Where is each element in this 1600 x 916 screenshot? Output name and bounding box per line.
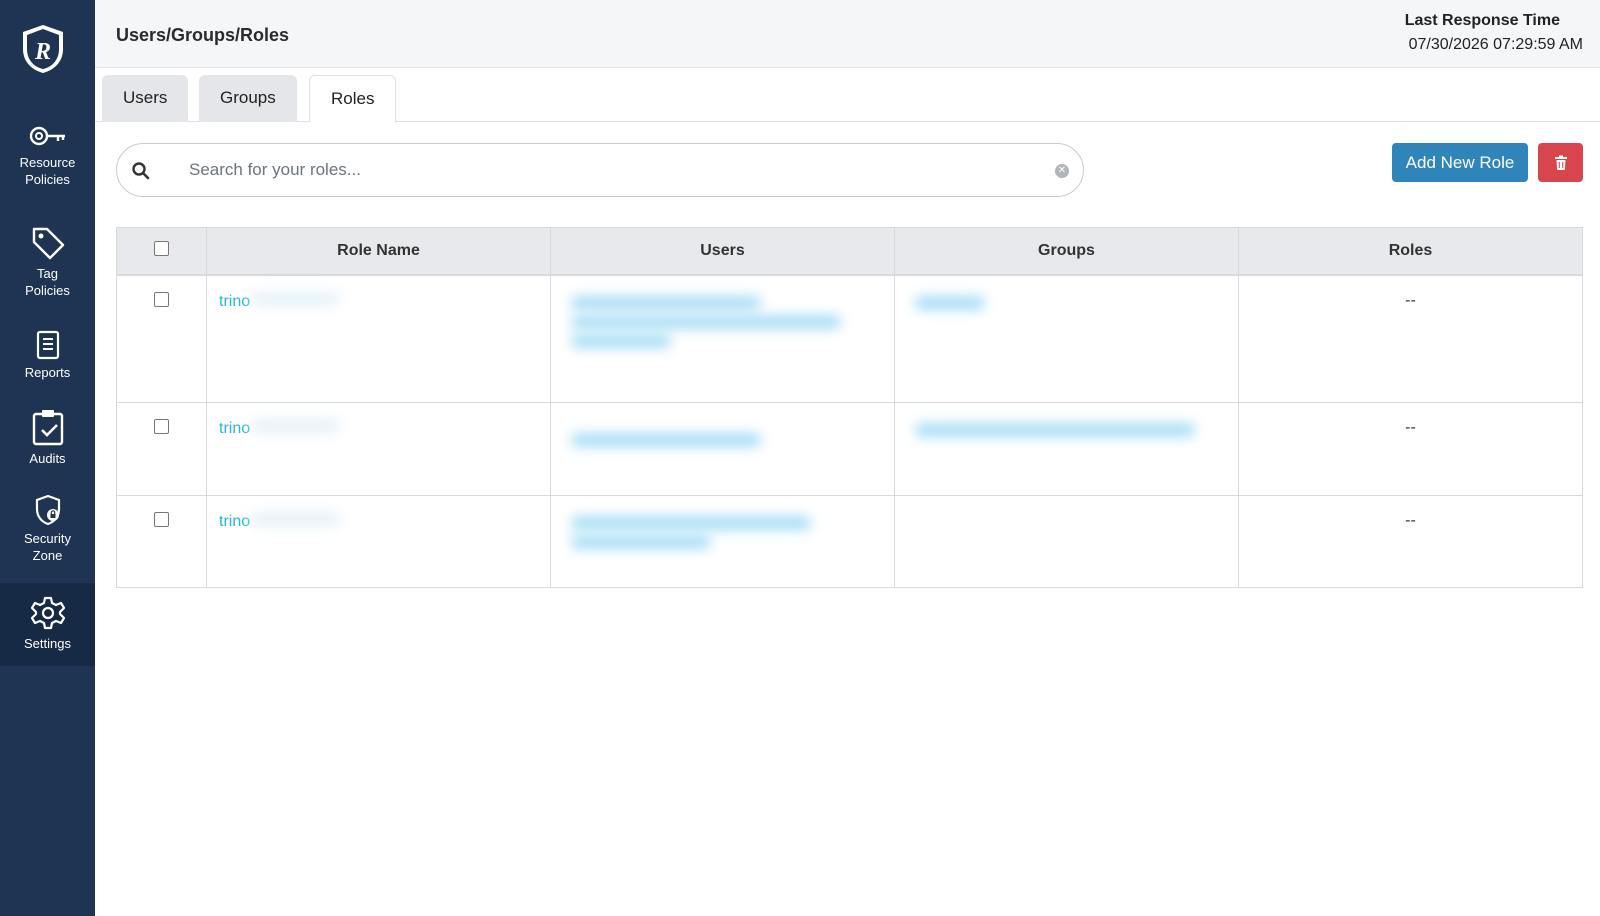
row-checkbox[interactable] [154,291,169,307]
redacted-text [250,512,341,526]
row-select-cell [116,402,207,496]
row-checkbox[interactable] [154,419,169,434]
breadcrumb: Users/Groups/Roles [116,25,290,45]
sidebar-item-label: Audits [29,451,66,466]
roles-cell: -- [1238,274,1583,403]
sidebar-item-tag-policies[interactable]: Tag Policies [0,225,95,299]
shield-lock-icon [35,494,60,526]
select-all-checkbox[interactable] [154,240,169,256]
sidebar-item-label: Security Zone [24,531,71,563]
groups-cell [894,402,1239,496]
roles-cell: -- [1238,495,1583,588]
row-checkbox[interactable] [154,512,169,527]
role-name-cell: trino [206,495,551,588]
svg-text:R: R [34,39,51,65]
redacted-text [571,314,841,329]
redacted-text [915,295,985,310]
redacted-text [915,423,1195,437]
tag-icon [32,227,64,260]
role-name-cell: trino [206,402,551,496]
table-row: trino -- [116,402,1583,496]
column-header-roles: Roles [1238,227,1583,276]
sidebar-item-label: Settings [24,636,71,651]
document-icon [36,330,59,360]
sidebar-item-audits[interactable]: Audits [0,408,95,467]
clipboard-check-icon [32,410,63,446]
role-name-link[interactable]: trino [219,293,250,310]
app-root: R Resource Policies Tag Policies Reports [0,0,1600,916]
role-name-link[interactable]: trino [219,420,250,437]
groups-cell [894,274,1239,403]
search-box: ✕ [116,143,1084,197]
tab-users[interactable]: Users [102,75,189,122]
sidebar-item-security-zone[interactable]: Security Zone [0,494,95,564]
tab-roles[interactable]: Roles [309,75,397,123]
ranger-logo-icon[interactable]: R [19,23,67,75]
add-new-role-button[interactable]: Add New Role [1392,143,1528,182]
clear-search-icon[interactable]: ✕ [1055,164,1069,178]
last-response-label: Last Response Time [1404,12,1560,29]
gear-icon [30,596,65,630]
role-name-link[interactable]: trino [219,513,250,530]
key-icon [29,126,65,146]
row-select-cell [116,495,207,588]
last-response-time: 07/30/2026 07:29:59 AM [1408,36,1583,53]
trash-icon [1554,155,1567,170]
sidebar-item-settings[interactable]: Settings [0,583,95,666]
redacted-text [571,295,761,310]
column-header-users: Users [550,227,895,276]
search-input[interactable] [189,156,1029,184]
sidebar-item-resource-policies[interactable]: Resource Policies [0,122,95,188]
row-select-cell [116,274,207,403]
redacted-text [250,291,341,306]
tab-groups[interactable]: Groups [199,75,297,122]
role-name-cell: trino [206,274,551,403]
redacted-text [571,516,811,530]
redacted-text [250,419,341,433]
redacted-text [571,433,761,447]
delete-button[interactable] [1538,143,1583,182]
redacted-text [571,333,671,348]
roles-table: Role Name Users Groups Roles trino -- tr… [116,227,1583,588]
groups-cell [894,495,1239,588]
users-cell [550,402,895,496]
tab-bar: Users Groups Roles [95,68,1600,123]
table-row: trino -- [116,274,1583,403]
search-icon [132,162,150,180]
column-header-groups: Groups [894,227,1239,276]
table-row: trino -- [116,495,1583,588]
select-all-cell [116,227,207,276]
roles-cell: -- [1238,402,1583,496]
table-header-row: Role Name Users Groups Roles [116,227,1583,276]
sidebar-item-label: Reports [24,365,71,380]
sidebar-item-label: Resource Policies [19,155,76,187]
sidebar-item-reports[interactable]: Reports [0,330,95,381]
redacted-text [571,535,711,549]
sidebar: R Resource Policies Tag Policies Reports [0,0,95,916]
sidebar-item-label: Tag Policies [25,266,70,298]
column-header-role-name[interactable]: Role Name [206,227,551,276]
users-cell [550,495,895,588]
users-cell [550,274,895,403]
page-header: Users/Groups/Roles Last Response Time 07… [95,0,1600,68]
